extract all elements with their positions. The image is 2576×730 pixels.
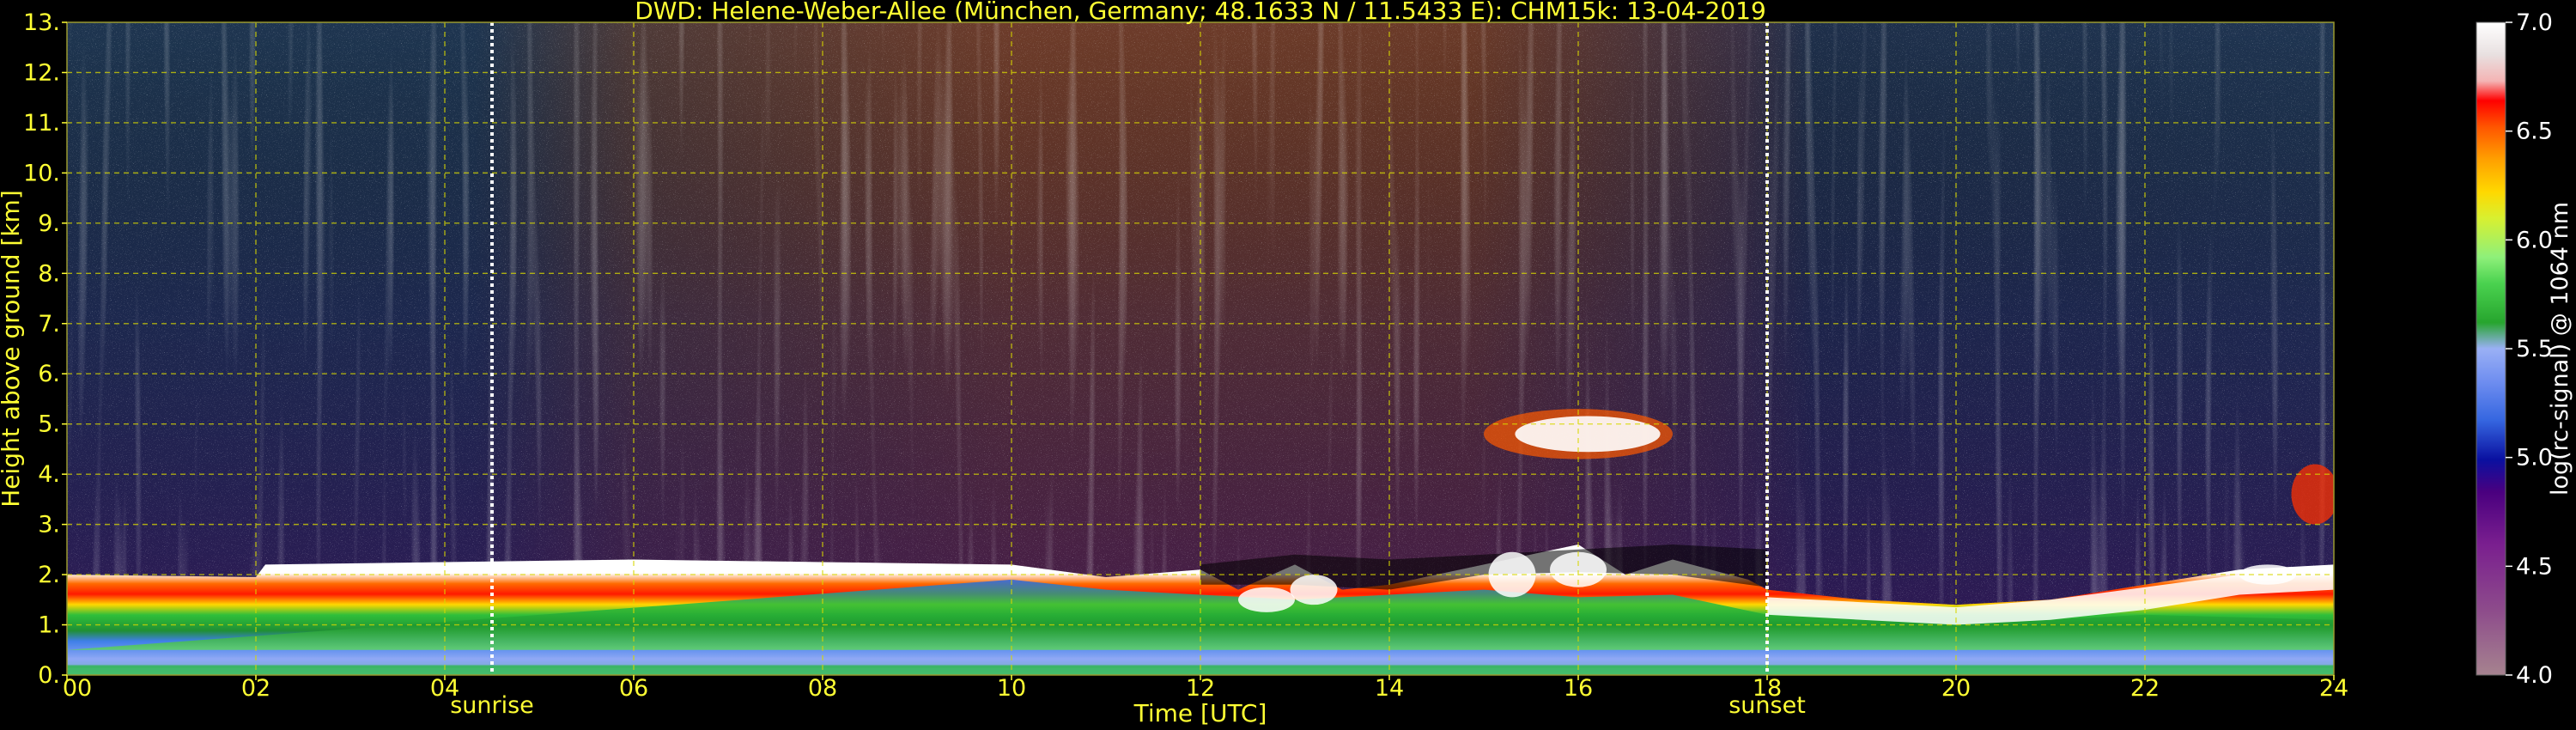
y-tick-label: 9. [38, 210, 60, 237]
colorbar-gradient [2476, 22, 2506, 675]
y-tick-label: 7. [38, 311, 60, 338]
colorbar-tick-label: 4.5 [2516, 553, 2553, 580]
colorbar: 4.04.55.05.56.06.57.0 log(rc-signal) @ 1… [2476, 9, 2573, 689]
y-tick-label: 13. [23, 9, 60, 36]
colorbar-ticks: 4.04.55.05.56.06.57.0 [2506, 9, 2553, 689]
x-tick-label: 16 [1564, 675, 1593, 702]
y-axis-ticks: 0. 1. 2. 3. 4. 5. 6. 7. 8. 9. 10. 11. 12. 13. [23, 9, 67, 689]
y-tick-label: 2. [38, 562, 60, 588]
y-axis-label: Height above ground [km] [0, 190, 25, 508]
y-tick-label: 5. [38, 411, 60, 438]
colorbar-tick-label: 4.0 [2516, 662, 2553, 689]
x-tick-label: 04 [430, 675, 459, 702]
y-tick-label: 12. [23, 59, 60, 86]
y-tick-label: 0. [38, 662, 60, 689]
x-tick-label: 20 [1941, 675, 1971, 702]
x-tick-label: 14 [1375, 675, 1404, 702]
cloud-blob [1290, 575, 1338, 605]
y-tick-label: 4. [38, 461, 60, 488]
x-axis-ticks: 00 02 04 06 08 10 12 14 16 18 20 22 24 [63, 675, 2348, 702]
x-tick-label: 10 [997, 675, 1026, 702]
x-tick-label: 18 [1753, 675, 1782, 702]
marker-label-sunrise: sunrise [450, 692, 534, 719]
x-tick-label: 08 [808, 675, 837, 702]
x-tick-label: 12 [1186, 675, 1215, 702]
y-tick-label: 6. [38, 361, 60, 387]
x-axis-label: Time [UTC] [1133, 699, 1267, 727]
ceilometer-figure: sunrise sunset 00 02 04 06 08 10 12 14 16 18 20 22 24… [0, 0, 2573, 727]
x-tick-label: 00 [63, 675, 92, 702]
cloud-blob [1238, 587, 1295, 612]
colorbar-tick-label: 7.0 [2516, 9, 2553, 36]
elevated-cloud-core [1515, 416, 1661, 453]
late-cloud [2291, 464, 2334, 525]
y-tick-label: 3. [38, 512, 60, 538]
y-tick-label: 10. [23, 160, 60, 186]
x-tick-label: 22 [2130, 675, 2160, 702]
chart-title: DWD: Helene-Weber-Allee (München, German… [635, 0, 1766, 25]
x-tick-label: 24 [2319, 675, 2348, 702]
colorbar-tick-label: 6.5 [2516, 119, 2553, 145]
x-tick-label: 06 [619, 675, 648, 702]
y-tick-label: 1. [38, 612, 60, 639]
x-tick-label: 02 [241, 675, 270, 702]
y-tick-label: 11. [23, 110, 60, 137]
y-tick-label: 8. [38, 260, 60, 287]
colorbar-label: log(rc-signal) @ 1064 nm [2547, 202, 2573, 496]
